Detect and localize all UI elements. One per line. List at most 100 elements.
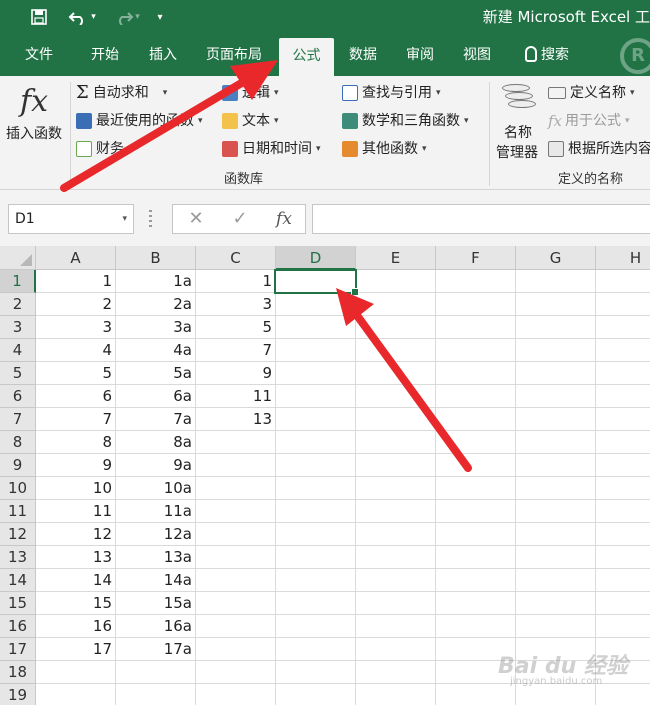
tab-insert[interactable]: 插入 bbox=[136, 34, 190, 76]
insert-function-fx-icon[interactable]: fx bbox=[269, 207, 299, 231]
cell-b6[interactable]: 6a bbox=[116, 385, 196, 408]
column-header-f[interactable]: F bbox=[436, 246, 516, 270]
cell-a14[interactable]: 14 bbox=[36, 569, 116, 592]
row-header-5[interactable]: 5 bbox=[0, 362, 36, 385]
tab-formulas[interactable]: 公式 bbox=[279, 38, 334, 76]
cell-a13[interactable]: 13 bbox=[36, 546, 116, 569]
cell-c1[interactable]: 1 bbox=[196, 270, 276, 293]
cell-a1[interactable]: 1 bbox=[36, 270, 116, 293]
save-icon[interactable] bbox=[28, 6, 50, 28]
row-header-9[interactable]: 9 bbox=[0, 454, 36, 477]
cell-a7[interactable]: 7 bbox=[36, 408, 116, 431]
cell-b14[interactable]: 14a bbox=[116, 569, 196, 592]
tab-view[interactable]: 视图 bbox=[450, 34, 504, 76]
row-header-12[interactable]: 12 bbox=[0, 523, 36, 546]
text-button[interactable]: 文本 ▾ bbox=[222, 110, 279, 132]
cell-a3[interactable]: 3 bbox=[36, 316, 116, 339]
cell-b15[interactable]: 15a bbox=[116, 592, 196, 615]
tab-page-layout[interactable]: 页面布局 bbox=[196, 34, 272, 76]
cell-c3[interactable]: 5 bbox=[196, 316, 276, 339]
chevron-down-icon[interactable]: ▾ bbox=[122, 205, 127, 233]
row-header-15[interactable]: 15 bbox=[0, 592, 36, 615]
cell-b2[interactable]: 2a bbox=[116, 293, 196, 316]
enter-icon[interactable]: ✓ bbox=[225, 207, 255, 231]
financial-button[interactable]: 财务 ▾ bbox=[76, 138, 133, 160]
name-manager-icon[interactable] bbox=[502, 84, 536, 110]
insert-function-button[interactable]: 插入函数 bbox=[6, 123, 62, 145]
column-header-a[interactable]: A bbox=[36, 246, 116, 270]
row-header-6[interactable]: 6 bbox=[0, 385, 36, 408]
row-header-14[interactable]: 14 bbox=[0, 569, 36, 592]
column-header-e[interactable]: E bbox=[356, 246, 436, 270]
name-manager-label-1[interactable]: 名称 bbox=[504, 122, 532, 144]
tab-file[interactable]: 文件 bbox=[12, 34, 66, 76]
insert-function-icon[interactable]: fx bbox=[20, 84, 48, 119]
logical-button[interactable]: 逻辑 ▾ bbox=[222, 82, 279, 104]
cell-c2[interactable]: 3 bbox=[196, 293, 276, 316]
cell-c5[interactable]: 9 bbox=[196, 362, 276, 385]
row-header-16[interactable]: 16 bbox=[0, 615, 36, 638]
cell-b8[interactable]: 8a bbox=[116, 431, 196, 454]
cell-b10[interactable]: 10a bbox=[116, 477, 196, 500]
cell-a10[interactable]: 10 bbox=[36, 477, 116, 500]
tab-search[interactable]: 搜索 bbox=[512, 34, 582, 76]
math-trig-button[interactable]: 数学和三角函数 ▾ bbox=[342, 110, 469, 132]
cell-a16[interactable]: 16 bbox=[36, 615, 116, 638]
cell-a9[interactable]: 9 bbox=[36, 454, 116, 477]
row-header-18[interactable]: 18 bbox=[0, 661, 36, 684]
create-from-selection-button[interactable]: 根据所选内容 bbox=[548, 138, 650, 160]
row-header-2[interactable]: 2 bbox=[0, 293, 36, 316]
row-header-3[interactable]: 3 bbox=[0, 316, 36, 339]
more-functions-button[interactable]: 其他函数 ▾ bbox=[342, 138, 427, 160]
cell-b9[interactable]: 9a bbox=[116, 454, 196, 477]
cell-b1[interactable]: 1a bbox=[116, 270, 196, 293]
cell-a12[interactable]: 12 bbox=[36, 523, 116, 546]
tab-data[interactable]: 数据 bbox=[336, 34, 390, 76]
cell-b7[interactable]: 7a bbox=[116, 408, 196, 431]
select-all-button[interactable] bbox=[0, 246, 36, 270]
define-name-button[interactable]: 定义名称 ▾ bbox=[548, 82, 635, 104]
cell-a2[interactable]: 2 bbox=[36, 293, 116, 316]
use-in-formula-button[interactable]: fx 用于公式 ▾ bbox=[548, 110, 630, 132]
cell-b11[interactable]: 11a bbox=[116, 500, 196, 523]
cell-a15[interactable]: 15 bbox=[36, 592, 116, 615]
cell-b16[interactable]: 16a bbox=[116, 615, 196, 638]
splitter-handle[interactable] bbox=[149, 210, 152, 228]
cell-a6[interactable]: 6 bbox=[36, 385, 116, 408]
cell-a8[interactable]: 8 bbox=[36, 431, 116, 454]
cancel-icon[interactable]: ✕ bbox=[181, 207, 211, 231]
column-header-b[interactable]: B bbox=[116, 246, 196, 270]
formula-input[interactable] bbox=[312, 204, 650, 234]
row-header-10[interactable]: 10 bbox=[0, 477, 36, 500]
row-header-4[interactable]: 4 bbox=[0, 339, 36, 362]
row-header-7[interactable]: 7 bbox=[0, 408, 36, 431]
column-header-d[interactable]: D bbox=[276, 246, 356, 270]
redo-icon[interactable]: ▾ bbox=[108, 6, 144, 28]
row-header-8[interactable]: 8 bbox=[0, 431, 36, 454]
cell-a4[interactable]: 4 bbox=[36, 339, 116, 362]
row-header-13[interactable]: 13 bbox=[0, 546, 36, 569]
row-header-11[interactable]: 11 bbox=[0, 500, 36, 523]
row-header-19[interactable]: 19 bbox=[0, 684, 36, 705]
cell-c4[interactable]: 7 bbox=[196, 339, 276, 362]
name-box[interactable]: D1 ▾ bbox=[8, 204, 134, 234]
tab-home[interactable]: 开始 bbox=[78, 34, 132, 76]
column-header-g[interactable]: G bbox=[516, 246, 596, 270]
cell-b17[interactable]: 17a bbox=[116, 638, 196, 661]
name-manager-label-2[interactable]: 管理器 bbox=[496, 142, 538, 164]
tab-review[interactable]: 审阅 bbox=[393, 34, 447, 76]
cell-b13[interactable]: 13a bbox=[116, 546, 196, 569]
active-cell-d1[interactable] bbox=[274, 269, 359, 296]
autosum-button[interactable]: Σ 自动求和 ▾ bbox=[76, 82, 167, 104]
customize-qat-icon[interactable]: ▾ bbox=[152, 6, 168, 28]
recent-functions-button[interactable]: 最近使用的函数 ▾ bbox=[76, 110, 203, 132]
cell-b5[interactable]: 5a bbox=[116, 362, 196, 385]
datetime-button[interactable]: 日期和时间 ▾ bbox=[222, 138, 321, 160]
undo-icon[interactable]: ▾ bbox=[62, 6, 102, 28]
cell-a17[interactable]: 17 bbox=[36, 638, 116, 661]
column-header-c[interactable]: C bbox=[196, 246, 276, 270]
cell-a11[interactable]: 11 bbox=[36, 500, 116, 523]
cell-c6[interactable]: 11 bbox=[196, 385, 276, 408]
cell-b3[interactable]: 3a bbox=[116, 316, 196, 339]
cell-c7[interactable]: 13 bbox=[196, 408, 276, 431]
